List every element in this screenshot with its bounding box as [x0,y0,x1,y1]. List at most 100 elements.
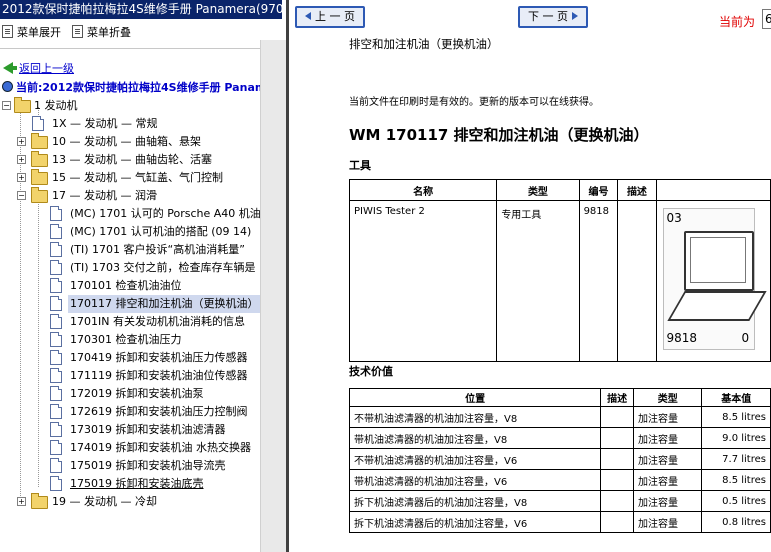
table-row: 拆下机油滤清器后的机油加注容量，V6 加注容量 0.8 litres [348,511,771,533]
tree-node-label: 172019 拆卸和安装机油泵 [70,387,204,400]
column-header: 描述 [600,388,635,407]
desc-cell [600,406,635,428]
menu-divider [0,48,262,49]
tree-node-label: 170117 排空和加注机油（更换机油） [68,295,261,313]
tree-node-label: 10 — 发动机 — 曲轴箱、悬架 [52,135,201,148]
next-page-button[interactable]: 下 一 页 [518,6,588,28]
tree-node-label: 15 — 发动机 — 气缸盖、气门控制 [52,171,223,184]
tree-node-label: (MC) 1701 认可机油的搭配 (09 14) [70,225,252,238]
tree-node-label: 1701IN 有关发动机机油消耗的信息 [70,315,245,328]
document-icon [50,458,62,473]
image-label: 03 [666,211,682,225]
tree-node-label: 174019 拆卸和安装机油 水热交换器 [70,441,251,454]
tool-desc [617,200,657,362]
tree-node-label: 173019 拆卸和安装机油滤清器 [70,423,226,436]
document-icon [50,476,62,491]
document-header-title: 排空和加注机油（更换机油） [349,37,499,51]
position-cell: 带机油滤清器的机油加注容量，V8 [348,427,602,449]
current-location: 当前:2012款保时捷帕拉梅拉4S维修手册 Panamera [0,79,282,97]
position-cell: 不带机油滤清器的机油加注容量，V6 [348,448,602,470]
value-cell: 7.7 litres [701,448,771,470]
value-cell: 9.0 litres [701,427,771,449]
column-header: 类型 [496,179,580,201]
document-pane: 上 一 页 下 一 页 当前为 6 排空和加注机油（更换机油） 当前文件在印刷时… [289,0,771,552]
expand-icon[interactable]: + [17,155,26,164]
desc-cell [600,490,635,512]
collapse-icon[interactable]: − [2,101,11,110]
folder-icon [31,151,48,167]
navigation-pane: 2012款保时捷帕拉梅拉4S维修手册 Panamera(970420 菜单展开 … [0,0,282,552]
position-cell: 拆下机油滤清器后的机油加注容量，V6 [348,511,602,533]
page-toolbar: 上 一 页 下 一 页 当前为 6 [289,0,771,34]
document-icon [32,116,44,131]
document-icon [50,260,62,275]
table-row: 拆下机油滤清器后的机油加注容量，V8 加注容量 0.5 litres [348,490,771,512]
tree-node-label: 1 发动机 [34,99,78,112]
collapse-all-button[interactable]: 菜单折叠 [72,25,131,41]
menu-bar: 菜单展开 菜单折叠 [0,23,282,43]
back-arrow-icon[interactable] [3,62,17,74]
document-icon [50,224,62,239]
table-row: 不带机油滤清器的机油加注容量，V6 加注容量 7.7 litres [348,448,771,470]
print-note: 当前文件在印刷时是有效的。更新的版本可以在线获得。 [349,97,599,108]
type-cell: 加注容量 [633,427,703,449]
folder-icon [31,169,48,185]
desc-cell [600,511,635,533]
document-icon [50,368,62,383]
tree-node-label: 19 — 发动机 — 冷却 [52,495,157,508]
column-header: 类型 [633,388,703,407]
prev-page-button[interactable]: 上 一 页 [295,6,365,28]
image-label: 0 [741,331,750,345]
back-link[interactable]: 返回上一级 [19,62,74,75]
image-label: 9818 [666,331,698,345]
tools-heading: 工具 [349,159,371,172]
table-row: PIWIS Tester 2 专用工具 9818 03 9818 0 [348,200,771,362]
tree-node-label: 17 — 发动机 — 润滑 [52,189,157,202]
tree-node-label: 170301 检查机油压力 [70,333,182,346]
expand-icon[interactable]: + [17,137,26,146]
laptop-icon [683,231,754,291]
tool-image-cell: 03 9818 0 [655,200,771,362]
collapse-icon[interactable]: − [17,191,26,200]
value-cell: 8.5 litres [701,406,771,428]
tech-values-heading: 技术价值 [349,365,393,378]
tech-values-table: 位置 描述 类型 基本值 不带机油滤清器的机油加注容量，V8 加注容量 8.5 … [348,388,771,533]
desc-cell [600,469,635,491]
document-icon [50,350,62,365]
document-icon [50,404,62,419]
document-icon [50,386,62,401]
expand-icon[interactable]: + [17,497,26,506]
tree-node-label: 13 — 发动机 — 曲轴齿轮、活塞 [52,153,212,166]
arrow-left-icon [305,12,311,20]
tools-table: 名称 类型 编号 描述 PIWIS Tester 2 专用工具 9818 03 … [348,179,771,362]
document-icon [50,440,62,455]
type-cell: 加注容量 [633,406,703,428]
tool-number: 9818 [578,200,619,362]
page-number-input[interactable]: 6 [762,9,771,29]
location-pin-icon [2,81,13,92]
pane-splitter[interactable] [260,40,289,552]
list-icon [72,25,83,38]
value-cell: 0.8 litres [701,511,771,533]
tree-node-label: 170419 拆卸和安装机油压力传感器 [70,351,248,364]
type-cell: 加注容量 [633,490,703,512]
tree-node-label: (TI) 1701 客户投诉“高机油消耗量” [70,243,245,256]
type-cell: 加注容量 [633,469,703,491]
tree-node-label: 171119 拆卸和安装机油油位传感器 [70,369,248,382]
tree-guide-line [20,107,21,506]
document-icon [50,332,62,347]
tool-image: 03 9818 0 [662,208,767,350]
column-header: 基本值 [701,388,771,407]
column-header: 描述 [617,179,657,201]
table-header-row: 位置 描述 类型 基本值 [348,388,771,407]
table-row: 带机油滤清器的机油加注容量，V6 加注容量 8.5 litres [348,469,771,491]
expand-icon[interactable]: + [17,173,26,182]
tree-node-label: 172619 拆卸和安装机油压力控制阀 [70,405,248,418]
current-page-label: 当前为 [719,15,756,29]
folder-icon [31,493,48,509]
tree-node-label: 175019 拆卸和安装油底壳 [70,477,204,490]
folder-open-icon [31,187,48,203]
prev-page-label: 上 一 页 [315,10,355,23]
expand-all-button[interactable]: 菜单展开 [2,25,61,41]
document-title: WM 170117 排空和加注机油（更换机油） [349,126,649,144]
